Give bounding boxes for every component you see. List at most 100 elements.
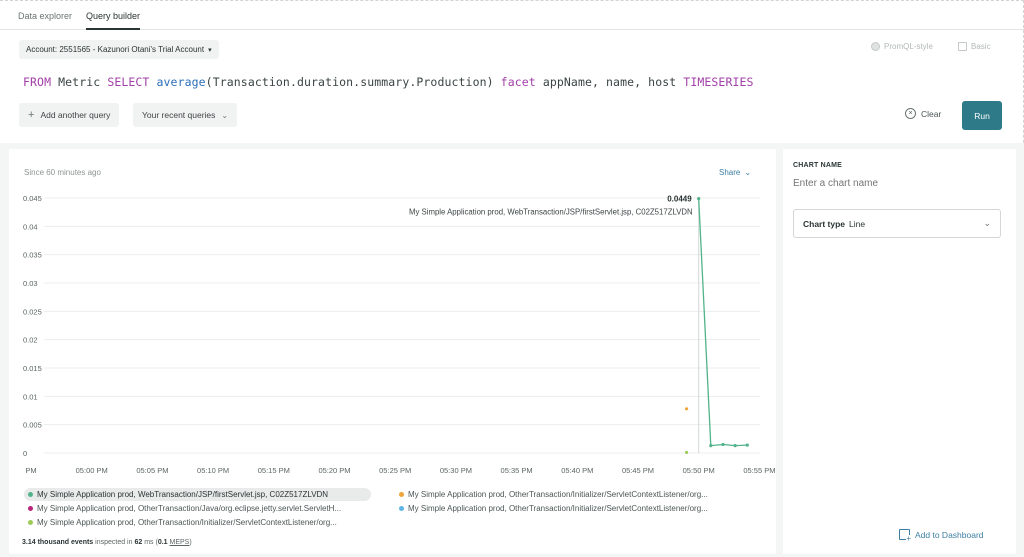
series-line [698, 198, 748, 447]
query-text: (Transaction.duration.summary.Production… [205, 75, 501, 89]
account-label: Account: 2551565 - Kazunori Otani's Tria… [26, 45, 205, 54]
dashboard-add-icon [899, 529, 911, 543]
meps-value: 0.1 [157, 539, 168, 546]
meps-link[interactable]: MEPS [170, 539, 190, 546]
y-tick-label: 0.005 [23, 421, 42, 430]
add-query-button[interactable]: + Add another query [19, 103, 120, 127]
chart-name-label: CHART NAME [793, 162, 843, 169]
x-tick-label: 05:25 PM [379, 466, 411, 475]
nrql-query-editor[interactable]: FROM Metric SELECT average(Transaction.d… [23, 75, 754, 89]
query-stats: 3.14 thousand events inspected in 62 ms … [22, 539, 192, 546]
x-tick-label: 05:20 PM [318, 466, 350, 475]
clear-label: Clear [921, 108, 942, 119]
legend-dot [28, 506, 33, 511]
y-tick-label: 0.025 [23, 307, 42, 316]
y-tick-label: 0.01 [23, 392, 38, 401]
x-tick-label: 05:05 PM [136, 466, 168, 475]
data-point [733, 444, 737, 448]
query-text: Metric [51, 75, 108, 89]
promql-icon [871, 42, 880, 51]
clear-button[interactable]: × Clear [905, 108, 941, 119]
legend-dot [399, 492, 404, 497]
x-tick-label: 05:40 PM [561, 466, 593, 475]
legend-dot [28, 520, 33, 525]
line-chart[interactable]: 0 0.005 0.01 0.015 0.02 0.025 0.03 0.035 0.04 0.0… [0, 185, 776, 481]
legend-dot [28, 492, 33, 497]
keyword-select: SELECT [107, 75, 150, 89]
recent-queries-label: Your recent queries [142, 110, 216, 120]
x-tick-label: 05:30 PM [440, 466, 472, 475]
legend-dot [399, 506, 404, 511]
tab-bar: Data explorer Query builder [0, 0, 1024, 30]
close-circle-icon: × [905, 108, 916, 119]
y-tick-label: 0.045 [23, 194, 42, 203]
time-range-label: Since 60 minutes ago [24, 168, 101, 177]
stats-text: ms ( [142, 539, 158, 546]
legend-item[interactable]: My Simple Application prod, OtherTransac… [28, 516, 391, 529]
data-point [697, 196, 701, 201]
legend-item[interactable]: My Simple Application prod, OtherTransac… [399, 488, 767, 501]
x-tick-label: 05:45 PM [622, 466, 654, 475]
legend-label: My Simple Application prod, OtherTransac… [408, 490, 708, 499]
chevron-down-icon: ⌄ [221, 110, 229, 120]
legend-item[interactable]: My Simple Application prod, WebTransacti… [24, 488, 371, 501]
promql-mode-toggle[interactable]: PromQL-style [871, 42, 933, 51]
chart-type-label: Chart type [803, 218, 846, 229]
data-point [684, 450, 689, 455]
x-tick-label: 05:10 PM [197, 466, 229, 475]
y-tick-label: 0.03 [23, 279, 38, 288]
tab-data-explorer[interactable]: Data explorer [18, 0, 72, 30]
basic-mode-toggle[interactable]: Basic [958, 42, 991, 51]
keyword-facet: facet [500, 75, 536, 89]
x-tick-label: 05:50 PM [683, 466, 715, 475]
x-tick-label: 05:55 PM [743, 466, 775, 475]
legend-label: My Simple Application prod, OtherTransac… [37, 518, 337, 527]
y-tick-label: 0.015 [23, 364, 42, 373]
basic-icon [958, 42, 967, 51]
legend-label: My Simple Application prod, OtherTransac… [37, 504, 342, 513]
legend-label: My Simple Application prod, WebTransacti… [37, 490, 329, 499]
y-tick-label: 0.04 [23, 222, 38, 231]
add-to-dashboard-label: Add to Dashboard [915, 529, 984, 540]
query-area: Account: 2551565 - Kazunori Otani's Tria… [8, 30, 1016, 142]
query-text: appName, name, host [535, 75, 684, 89]
promql-label: PromQL-style [884, 42, 933, 51]
data-point [684, 407, 689, 411]
x-tick-label: PM [25, 466, 36, 475]
chart-name-input[interactable] [793, 178, 999, 189]
chevron-down-icon: ▾ [208, 46, 212, 54]
x-tick-label: 05:35 PM [501, 466, 533, 475]
data-point [745, 443, 749, 447]
plus-icon: + [28, 109, 35, 121]
add-to-dashboard-button[interactable]: Add to Dashboard [899, 529, 984, 543]
y-tick-label: 0.035 [23, 251, 42, 260]
legend-item[interactable]: My Simple Application prod, OtherTransac… [28, 502, 391, 515]
y-tick-label: 0 [23, 449, 27, 458]
run-button[interactable]: Run [962, 101, 1002, 130]
query-text [149, 75, 156, 89]
stats-text: inspected in [93, 539, 135, 546]
share-button[interactable]: Share ⌄ [719, 168, 751, 177]
chevron-down-icon: ⌄ [983, 218, 991, 228]
add-query-label: Add another query [40, 110, 111, 120]
data-point [721, 442, 725, 447]
legend-label: My Simple Application prod, OtherTransac… [408, 504, 708, 513]
chevron-down-icon: ⌄ [744, 168, 752, 177]
keyword-timeseries: TIMESERIES [683, 75, 754, 89]
basic-label: Basic [971, 42, 991, 51]
tooltip-series: My Simple Application prod, WebTransacti… [409, 208, 693, 217]
chart-type-value: Line [849, 218, 866, 229]
share-label: Share [719, 168, 741, 177]
tab-query-builder[interactable]: Query builder [86, 0, 141, 30]
tooltip-value: 0.0449 [667, 195, 692, 204]
x-tick-label: 05:00 PM [76, 466, 108, 475]
chart-type-dropdown[interactable]: Chart type Line ⌄ [793, 209, 1001, 238]
x-tick-label: 05:15 PM [258, 466, 290, 475]
function-average: average [156, 75, 206, 89]
account-dropdown[interactable]: Account: 2551565 - Kazunori Otani's Tria… [19, 40, 219, 59]
recent-queries-button[interactable]: Your recent queries ⌄ [133, 103, 238, 127]
stats-text: ) [189, 539, 192, 546]
legend-item[interactable]: My Simple Application prod, OtherTransac… [399, 502, 767, 515]
y-tick-label: 0.02 [23, 336, 38, 345]
keyword-from: FROM [23, 75, 52, 89]
